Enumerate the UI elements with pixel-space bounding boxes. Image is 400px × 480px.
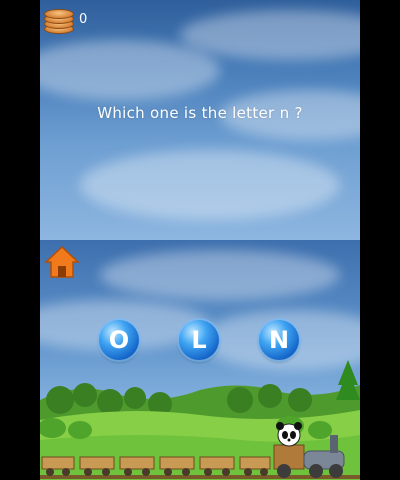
coin-count: 0 bbox=[79, 12, 88, 27]
left-border bbox=[0, 0, 40, 480]
question-letter: n bbox=[279, 104, 290, 122]
question-text: Which one is the letter n ? bbox=[40, 104, 360, 122]
question-blank bbox=[275, 104, 280, 122]
answer-bubble-n[interactable]: N bbox=[259, 320, 299, 360]
answer-bubble-o[interactable]: O bbox=[99, 320, 139, 360]
train-icon bbox=[40, 435, 360, 479]
coin-stack-icon bbox=[44, 8, 74, 34]
train bbox=[40, 422, 360, 479]
cloud bbox=[180, 10, 360, 60]
question-suffix: ? bbox=[289, 104, 303, 122]
panda-icon bbox=[276, 422, 302, 447]
bottom-screen: O L N bbox=[40, 240, 360, 480]
cloud bbox=[40, 40, 220, 100]
cloud bbox=[80, 150, 340, 220]
right-border bbox=[360, 0, 400, 480]
top-screen: 0 Which one is the letter n ? bbox=[40, 0, 360, 240]
home-icon bbox=[44, 245, 80, 278]
question-prefix: Which one is the letter bbox=[97, 104, 275, 122]
pine-tree bbox=[336, 360, 360, 400]
home-button[interactable] bbox=[44, 244, 80, 280]
answer-bubble-l[interactable]: L bbox=[179, 320, 219, 360]
cloud bbox=[100, 250, 340, 300]
